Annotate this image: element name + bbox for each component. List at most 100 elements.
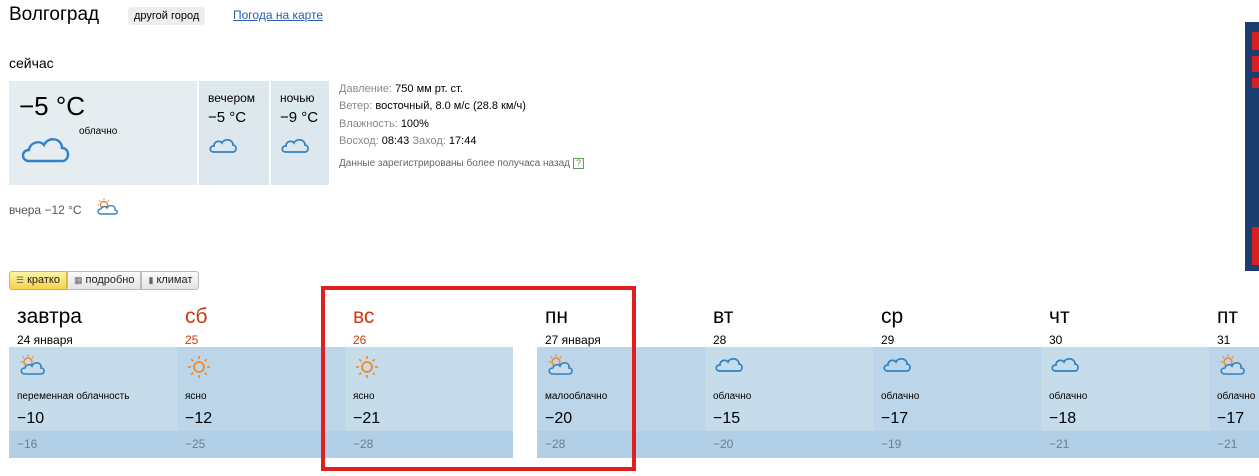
cloud-icon <box>1050 354 1080 379</box>
data-age-text: Данные зарегистрированы более получаса н… <box>339 158 570 169</box>
evening-label: вечером <box>208 91 256 105</box>
wind-row: Ветер: восточный, 8.0 м/с (28.8 км/ч) <box>339 100 526 112</box>
day-body: облачно −18 −21 <box>1041 347 1209 458</box>
day-date: 30 <box>1049 333 1063 347</box>
cloud-icon <box>19 131 71 170</box>
humidity-row: Влажность: 100% <box>339 118 429 130</box>
sun-row: Восход: 08:43 Заход: 17:44 <box>339 135 476 147</box>
forecast-day[interactable]: чт 30 облачно −18 −21 <box>1041 304 1209 458</box>
day-name: завтра <box>17 305 82 328</box>
day-body: облачно −17 −21 <box>1209 347 1259 458</box>
day-low-temp: −19 <box>881 437 902 451</box>
night-temp-bar: −20 <box>705 431 873 458</box>
day-high-temp: −15 <box>713 410 741 427</box>
cloud-icon <box>280 135 310 160</box>
pressure-row: Давление: 750 мм рт. ст. <box>339 83 463 95</box>
sun-icon <box>186 354 212 385</box>
bar-chart-icon: ▮ <box>148 275 154 285</box>
cloud-icon <box>882 354 912 379</box>
night-forecast: ночью −9 °C <box>271 81 329 185</box>
humidity-value: 100% <box>400 118 429 130</box>
night-temperature: −9 °C <box>280 109 319 126</box>
day-low-temp: −21 <box>1049 437 1070 451</box>
day-condition: облачно <box>1049 391 1088 402</box>
pressure-key: Давление: <box>339 83 393 95</box>
night-temp-bar: −25 <box>177 431 345 458</box>
table-icon: ▦ <box>73 275 83 285</box>
other-city-button[interactable]: другой город <box>128 7 206 25</box>
night-temp-bar: −16 <box>9 431 177 458</box>
view-tabs: ☰ кратко ▦ подробно ▮ климат <box>9 271 200 290</box>
day-name: вт <box>713 305 734 328</box>
tab-climate[interactable]: ▮ климат <box>141 271 200 290</box>
forecast-day[interactable]: пт 31 облачно −17 −21 <box>1209 304 1259 458</box>
day-body: ясно −12 −25 <box>177 347 345 458</box>
sunrise-value: 08:43 <box>381 135 410 147</box>
data-age-note: Данные зарегистрированы более получаса н… <box>339 158 584 169</box>
side-ad-strip[interactable] <box>1245 22 1259 271</box>
wind-value: восточный, 8.0 м/с (28.8 км/ч) <box>375 100 526 112</box>
forecast-day[interactable]: вт 28 облачно −15 −20 <box>705 304 873 458</box>
evening-temperature: −5 °C <box>208 109 247 126</box>
partly-cloudy-icon <box>18 354 46 381</box>
day-condition: облачно <box>713 391 752 402</box>
current-condition: облачно <box>79 126 118 137</box>
forecast-day[interactable]: сб 25 ясно −12 −25 <box>177 304 345 458</box>
day-body: облачно −17 −19 <box>873 347 1041 458</box>
day-low-temp: −21 <box>1217 437 1238 451</box>
day-body: переменная облачность −10 −16 <box>9 347 177 458</box>
day-date: 31 <box>1217 333 1231 347</box>
list-icon: ☰ <box>16 275 25 285</box>
forecast-day[interactable]: завтра 24 января переменная облачность −10 −… <box>9 304 177 458</box>
day-body: облачно −15 −20 <box>705 347 873 458</box>
day-name: ср <box>881 305 904 328</box>
tab-label: подробно <box>85 274 135 286</box>
pressure-value: 750 мм рт. ст. <box>395 83 463 95</box>
sunrise-key: Восход: <box>339 135 379 147</box>
day-date: 25 <box>185 333 199 347</box>
weather-map-link[interactable]: Погода на карте <box>233 8 323 22</box>
day-high-temp: −17 <box>1217 410 1245 427</box>
current-weather-panel: −5 °C облачно <box>9 81 197 185</box>
day-name: пт <box>1217 305 1238 328</box>
night-temp-bar: −19 <box>873 431 1041 458</box>
humidity-key: Влажность: <box>339 118 398 130</box>
tab-brief[interactable]: ☰ кратко <box>9 271 67 290</box>
day-high-temp: −10 <box>17 410 45 427</box>
day-name: чт <box>1049 305 1070 328</box>
day-condition: переменная облачность <box>17 391 130 402</box>
tab-detailed[interactable]: ▦ подробно <box>66 271 142 290</box>
day-low-temp: −16 <box>17 437 38 451</box>
day-low-temp: −20 <box>713 437 734 451</box>
highlight-frame <box>321 286 636 471</box>
day-high-temp: −18 <box>1049 410 1077 427</box>
current-temperature: −5 °C <box>19 91 86 121</box>
city-name: Волгоград <box>9 4 100 25</box>
night-label: ночью <box>280 91 315 105</box>
yesterday-temperature: вчера −12 °C <box>9 203 82 217</box>
partly-cloudy-icon <box>1218 354 1246 381</box>
day-condition: облачно <box>1217 391 1256 402</box>
day-date: 29 <box>881 333 895 347</box>
sunset-value: 17:44 <box>448 135 477 147</box>
help-icon[interactable]: ? <box>572 158 584 169</box>
wind-key: Ветер: <box>339 100 373 112</box>
cloud-icon <box>714 354 744 379</box>
night-temp-bar: −21 <box>1041 431 1209 458</box>
forecast-day[interactable]: ср 29 облачно −17 −19 <box>873 304 1041 458</box>
day-name: сб <box>185 305 208 328</box>
evening-forecast: вечером −5 °C <box>199 81 269 185</box>
now-label: сейчас <box>9 55 54 71</box>
day-date: 28 <box>713 333 727 347</box>
day-date: 24 января <box>17 333 73 347</box>
sunset-key: Заход: <box>412 135 446 147</box>
night-temp-bar: −21 <box>1209 431 1259 458</box>
tab-label: климат <box>156 274 193 286</box>
tab-label: кратко <box>27 274 60 286</box>
day-high-temp: −12 <box>185 410 213 427</box>
day-condition: облачно <box>881 391 920 402</box>
partly-cloudy-icon <box>95 198 119 221</box>
day-low-temp: −25 <box>185 437 206 451</box>
day-high-temp: −17 <box>881 410 909 427</box>
cloud-icon <box>208 135 238 160</box>
